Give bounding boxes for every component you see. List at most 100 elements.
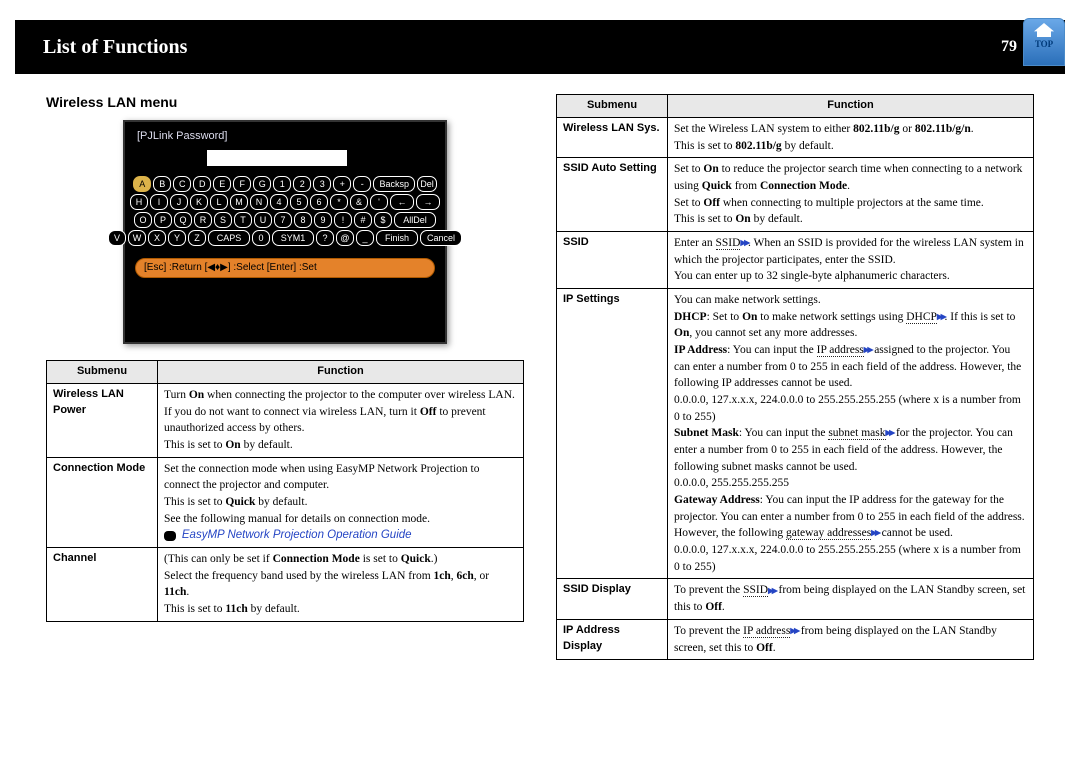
osd-title: [PJLink Password] [125,122,445,146]
table-row: Channel(This can only be set if Connecti… [47,547,524,621]
osd-key: * [330,194,348,210]
osd-key: V [108,230,126,246]
osd-key: 1 [273,176,291,192]
col-function: Function [158,361,524,384]
osd-key: A [133,176,151,192]
osd-key: 4 [270,194,288,210]
osd-key: ? [316,230,334,246]
osd-key: Y [168,230,186,246]
osd-key: Z [188,230,206,246]
osd-key: ! [334,212,352,228]
table-row: SSIDEnter an SSID▸▸. When an SSID is pro… [557,231,1034,288]
osd-key: Finish [376,230,418,246]
osd-keyboard: ABCDEFG123+-BackspDelHIJKLMN456*&'←→OPQR… [125,176,445,246]
osd-key: J [170,194,188,210]
pointer-icon [164,531,176,541]
guide-link[interactable]: EasyMP Network Projection Operation Guid… [182,529,412,541]
osd-key: B [153,176,171,192]
table-row: Connection ModeSet the connection mode w… [47,457,524,547]
osd-key: 7 [274,212,292,228]
section-title: Wireless LAN menu [46,94,524,110]
osd-key: O [134,212,152,228]
osd-key: M [230,194,248,210]
page-title: List of Functions [15,36,187,59]
osd-key: Del [417,176,437,192]
osd-key: 5 [290,194,308,210]
osd-key: K [190,194,208,210]
table-row: IP Address DisplayTo prevent the IP addr… [557,619,1034,659]
osd-key: Cancel [420,230,462,246]
osd-key: ' [370,194,388,210]
osd-key: S [214,212,232,228]
function-cell: Set the Wireless LAN system to either 80… [668,117,1034,157]
osd-key: 9 [314,212,332,228]
function-cell: To prevent the IP address▸▸ from being d… [668,619,1034,659]
osd-key: I [150,194,168,210]
osd-key: D [193,176,211,192]
osd-key: N [250,194,268,210]
osd-key: AllDel [394,212,436,228]
page-number: 79 [1001,38,1017,56]
osd-key: @ [336,230,354,246]
function-cell: You can make network settings.DHCP: Set … [668,289,1034,579]
submenu-cell: Channel [47,547,158,621]
right-table: Submenu Function Wireless LAN Sys.Set th… [556,94,1034,660]
osd-key: $ [374,212,392,228]
submenu-cell: Connection Mode [47,457,158,547]
osd-key: G [253,176,271,192]
osd-key: Q [174,212,192,228]
osd-screenshot: [PJLink Password] ABCDEFG123+-BackspDelH… [123,120,447,344]
submenu-cell: Wireless LAN Power [47,383,158,457]
content-area: Wireless LAN menu [PJLink Password] ABCD… [0,74,1080,660]
osd-key: _ [356,230,374,246]
osd-key: F [233,176,251,192]
osd-key: 6 [310,194,328,210]
submenu-cell: SSID [557,231,668,288]
submenu-cell: Wireless LAN Sys. [557,117,668,157]
function-cell: Set the connection mode when using EasyM… [158,457,524,547]
function-cell: (This can only be set if Connection Mode… [158,547,524,621]
table-row: Wireless LAN PowerTurn On when connectin… [47,383,524,457]
left-table: Submenu Function Wireless LAN PowerTurn … [46,360,524,622]
col-submenu: Submenu [47,361,158,384]
osd-key: 0 [252,230,270,246]
table-row: Wireless LAN Sys.Set the Wireless LAN sy… [557,117,1034,157]
osd-key: CAPS [208,230,250,246]
table-row: SSID DisplayTo prevent the SSID▸▸ from b… [557,579,1034,619]
osd-key: T [234,212,252,228]
osd-key: C [173,176,191,192]
osd-input-field [207,150,347,166]
osd-key: 8 [294,212,312,228]
osd-key: 2 [293,176,311,192]
col-submenu: Submenu [557,95,668,118]
osd-key: E [213,176,231,192]
submenu-cell: SSID Auto Setting [557,158,668,232]
col-function: Function [668,95,1034,118]
osd-key: U [254,212,272,228]
osd-key: ← [390,194,414,210]
function-cell: To prevent the SSID▸▸ from being display… [668,579,1034,619]
submenu-cell: IP Settings [557,289,668,579]
osd-key: X [148,230,166,246]
osd-key: # [354,212,372,228]
header-bar: List of Functions 79 TOP [15,20,1065,74]
osd-key: R [194,212,212,228]
submenu-cell: IP Address Display [557,619,668,659]
function-cell: Set to On to reduce the projector search… [668,158,1034,232]
osd-key: H [130,194,148,210]
house-icon [1034,23,1054,37]
function-cell: Turn On when connecting the projector to… [158,383,524,457]
top-icon[interactable]: TOP [1023,18,1065,66]
table-row: SSID Auto SettingSet to On to reduce the… [557,158,1034,232]
osd-key: W [128,230,146,246]
left-column: Wireless LAN menu [PJLink Password] ABCD… [46,94,524,660]
right-column: Submenu Function Wireless LAN Sys.Set th… [556,94,1034,660]
osd-key: SYM1 [272,230,314,246]
osd-key: & [350,194,368,210]
submenu-cell: SSID Display [557,579,668,619]
osd-key: Backsp [373,176,415,192]
function-cell: Enter an SSID▸▸. When an SSID is provide… [668,231,1034,288]
osd-key: P [154,212,172,228]
table-row: IP SettingsYou can make network settings… [557,289,1034,579]
osd-key: - [353,176,371,192]
